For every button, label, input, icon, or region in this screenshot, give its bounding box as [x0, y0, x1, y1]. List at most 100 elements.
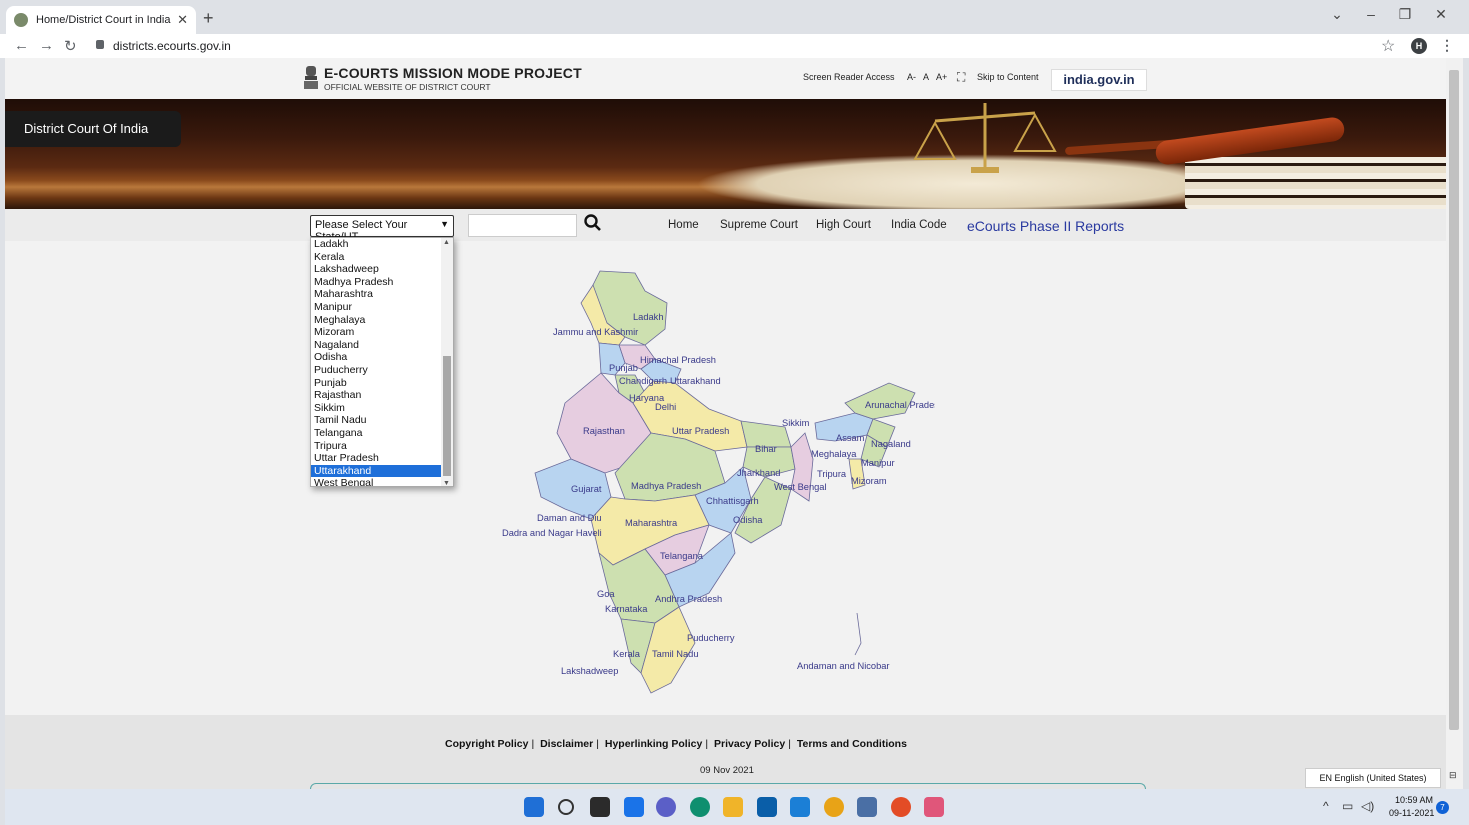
chat-icon[interactable]	[656, 797, 676, 817]
tab-close-icon[interactable]: ✕	[177, 12, 188, 28]
state-option[interactable]: Lakshadweep	[311, 263, 441, 276]
map-region-andaman[interactable]	[854, 612, 862, 656]
state-option[interactable]: Punjab	[311, 377, 441, 390]
app-icon[interactable]	[790, 797, 810, 817]
page-scrollbar[interactable]	[1446, 58, 1463, 789]
notification-badge[interactable]: 7	[1436, 801, 1449, 814]
nav-supreme-court-link[interactable]: Supreme Court	[720, 219, 798, 231]
nav-reports-link[interactable]: eCourts Phase II Reports	[967, 218, 1124, 234]
state-option[interactable]: Ladakh	[311, 238, 441, 251]
language-indicator[interactable]: EN English (United States)	[1305, 768, 1441, 788]
file-explorer-icon[interactable]	[723, 797, 743, 817]
task-view-icon[interactable]	[590, 797, 610, 817]
reload-icon[interactable]: ↻	[64, 37, 77, 55]
clock-date[interactable]: 09-11-2021	[1389, 808, 1434, 818]
chrome-active-icon[interactable]	[891, 797, 911, 817]
edge-icon[interactable]	[690, 797, 710, 817]
browser-tab[interactable]: Home/District Court in India | Of ✕	[6, 6, 196, 34]
site-footer: Copyright Policy | Disclaimer | Hyperlinki…	[5, 715, 1446, 789]
state-dropdown-list[interactable]: Ladakh Kerala Lakshadweep Madhya Pradesh…	[310, 237, 454, 487]
search-input[interactable]	[468, 214, 577, 237]
state-option[interactable]: Sikkim	[311, 402, 441, 415]
chevron-down-icon: ▼	[440, 219, 449, 229]
state-option[interactable]: West Bengal	[311, 477, 441, 486]
map-label: Telangana	[660, 551, 704, 561]
state-option[interactable]: Manipur	[311, 301, 441, 314]
state-option[interactable]: Madhya Pradesh	[311, 276, 441, 289]
network-icon[interactable]: ▭	[1342, 799, 1353, 813]
browser-menu-icon[interactable]: ⋮	[1440, 37, 1454, 54]
state-option[interactable]: Telangana	[311, 427, 441, 440]
india-gov-logo[interactable]: india.gov.in	[1051, 69, 1147, 91]
font-decrease-button[interactable]: A-	[907, 72, 916, 82]
tab-search-icon[interactable]: ⌄	[1322, 6, 1352, 23]
state-option[interactable]: Maharashtra	[311, 288, 441, 301]
state-option[interactable]: Tripura	[311, 440, 441, 453]
forward-arrow-icon[interactable]: →	[39, 37, 54, 54]
map-label: Tamil Nadu	[652, 649, 699, 659]
sitemap-icon[interactable]: ⛶	[957, 70, 965, 85]
maximize-button[interactable]: ❐	[1390, 6, 1420, 23]
nav-bar: Please Select Your State/UT ▼ Home Supre…	[5, 209, 1446, 243]
nav-home-link[interactable]: Home	[668, 219, 699, 231]
hyperlinking-policy-link[interactable]: Hyperlinking Policy	[605, 738, 702, 750]
disclaimer-link[interactable]: Disclaimer	[540, 738, 593, 750]
widgets-icon[interactable]	[624, 797, 644, 817]
ime-icon[interactable]: ⊟	[1449, 770, 1457, 781]
state-select[interactable]: Please Select Your State/UT ▼	[310, 215, 454, 243]
back-arrow-icon[interactable]: ←	[14, 37, 29, 54]
scroll-up-icon[interactable]: ▲	[443, 239, 450, 246]
state-option[interactable]: Tamil Nadu	[311, 414, 441, 427]
state-option[interactable]: Odisha	[311, 351, 441, 364]
banner-title: District Court Of India	[24, 121, 149, 136]
search-icon[interactable]	[583, 213, 603, 233]
nav-india-code-link[interactable]: India Code	[891, 219, 947, 231]
map-label: Odisha	[733, 515, 763, 525]
map-label: Dadra and Nagar Haveli	[502, 528, 602, 538]
page-viewport: E-COURTS MISSION MODE PROJECT OFFICIAL W…	[5, 58, 1446, 789]
clock-time[interactable]: 10:59 AM	[1395, 795, 1433, 805]
image-viewer-icon[interactable]	[924, 797, 944, 817]
close-window-button[interactable]: ✕	[1426, 6, 1456, 23]
scroll-down-icon[interactable]: ▼	[443, 480, 450, 486]
state-option-selected[interactable]: Uttarakhand	[311, 464, 441, 478]
volume-icon[interactable]: ◁)	[1361, 799, 1374, 813]
state-option[interactable]: Mizoram	[311, 326, 441, 339]
minimize-button[interactable]: –	[1356, 6, 1386, 22]
store-icon[interactable]	[757, 797, 777, 817]
address-bar[interactable]: districts.ecourts.gov.in	[113, 39, 231, 53]
chrome-icon[interactable]	[824, 797, 844, 817]
font-normal-button[interactable]: A	[923, 72, 929, 82]
notepad-icon[interactable]	[857, 797, 877, 817]
state-option[interactable]: Uttar Pradesh	[311, 452, 441, 465]
font-increase-button[interactable]: A+	[936, 72, 947, 82]
profile-avatar[interactable]: H	[1411, 38, 1427, 54]
page-scroll-thumb[interactable]	[1449, 70, 1459, 730]
map-label: Daman and Diu	[537, 513, 602, 523]
india-map[interactable]: Ladakh Jammu and Kashmir Himachal Prades…	[495, 263, 935, 723]
search-taskbar-icon[interactable]	[558, 799, 574, 815]
bookmark-star-icon[interactable]: ☆	[1381, 36, 1395, 56]
new-tab-button[interactable]: +	[203, 8, 214, 29]
state-option[interactable]: Kerala	[311, 251, 441, 264]
map-label: Sikkim	[782, 418, 810, 428]
skip-to-content-link[interactable]: Skip to Content	[977, 72, 1039, 82]
map-label: Delhi	[655, 402, 676, 412]
map-label: Chhattisgarh	[706, 496, 759, 506]
dropdown-scroll-thumb[interactable]	[443, 356, 451, 476]
state-option[interactable]: Meghalaya	[311, 314, 441, 327]
dropdown-scrollbar[interactable]: ▲ ▼	[441, 238, 453, 486]
taskbar: ^ ▭ ◁) 10:59 AM 09-11-2021 7	[5, 789, 1469, 825]
state-option[interactable]: Rajasthan	[311, 389, 441, 402]
tray-chevron-icon[interactable]: ^	[1323, 799, 1329, 813]
nav-high-court-link[interactable]: High Court	[816, 219, 871, 231]
state-option[interactable]: Puducherry	[311, 364, 441, 377]
map-label: Goa	[597, 589, 615, 599]
start-icon[interactable]	[524, 797, 544, 817]
screen-reader-link[interactable]: Screen Reader Access	[803, 72, 895, 82]
copyright-policy-link[interactable]: Copyright Policy	[445, 738, 528, 750]
lock-icon[interactable]	[96, 40, 104, 49]
privacy-policy-link[interactable]: Privacy Policy	[714, 738, 785, 750]
terms-conditions-link[interactable]: Terms and Conditions	[797, 738, 907, 750]
state-option[interactable]: Nagaland	[311, 339, 441, 352]
